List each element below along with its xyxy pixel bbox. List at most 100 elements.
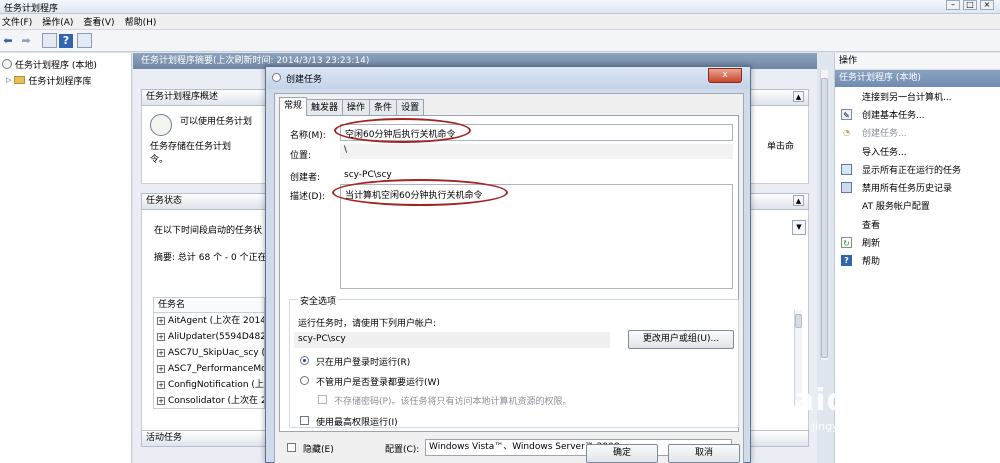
menu-help[interactable]: 帮助(H) xyxy=(125,15,157,28)
tab-triggers[interactable]: 触发器 xyxy=(306,99,344,116)
task-status-list: + AitAgent (上次在 2014/ + AliUpdater(5594D48… xyxy=(153,313,265,409)
action-show-running[interactable]: 显示所有正在运行的任务 xyxy=(835,160,1000,178)
tree-item-library[interactable]: ▷ 任务计划程序库 xyxy=(0,72,131,88)
highest-privileges-checkbox[interactable] xyxy=(300,416,309,425)
list-item[interactable]: + Consolidator (上次在 2 xyxy=(154,393,264,409)
radio-logged-on-label[interactable]: 只在用户登录时运行(R) xyxy=(316,355,410,368)
location-value: \ xyxy=(344,145,348,155)
hidden-checkbox[interactable] xyxy=(287,443,296,452)
action-label: 导入任务... xyxy=(862,147,907,158)
action-label: 禁用所有任务历史记录 xyxy=(862,184,953,195)
expand-plus-icon[interactable]: + xyxy=(157,380,165,389)
period-dropdown-arrow[interactable]: ▼ xyxy=(792,220,806,235)
maximize-button[interactable]: □ xyxy=(963,0,977,10)
highest-privileges-label[interactable]: 使用最高权限运行(I) xyxy=(316,415,398,428)
list-item[interactable]: + ASC7_PerformanceMo xyxy=(154,361,264,377)
cancel-button[interactable]: 取消 xyxy=(668,444,740,463)
task-row-label: ConfigNotification (上 xyxy=(168,380,264,390)
help-toolbar-icon[interactable]: ? xyxy=(59,33,73,48)
overview-text-3: 令。 xyxy=(150,155,169,165)
action-help[interactable]: ? 帮助 xyxy=(835,252,1000,270)
refresh-icon: ↻ xyxy=(841,237,852,249)
forward-arrow-icon[interactable]: ➡ xyxy=(18,33,34,49)
menu-file[interactable]: 文件(F) xyxy=(2,15,32,28)
task-row-label: ASC7_PerformanceMo xyxy=(168,364,264,374)
ok-button[interactable]: 确定 xyxy=(586,444,658,463)
scroll-thumb[interactable] xyxy=(795,314,802,328)
running-tasks-icon xyxy=(841,163,852,175)
highlight-ellipse xyxy=(334,118,471,143)
expand-arrow-icon[interactable]: ▷ xyxy=(6,76,11,84)
run-as-label: 运行任务时，请使用下列用户帐户: xyxy=(298,319,437,329)
overview-text-2: 任务存储在任务计划 xyxy=(150,142,232,152)
status-summary: 摘要: 总计 68 个 - 0 个正在 xyxy=(154,253,267,263)
action-label: 连接到另一台计算机... xyxy=(862,92,952,103)
task-row-label: AitAgent (上次在 2014/ xyxy=(168,316,264,326)
expand-plus-icon[interactable]: + xyxy=(157,348,165,357)
clock-icon xyxy=(272,73,281,82)
overview-text-right: 单击命 xyxy=(767,142,795,152)
list-item[interactable]: + ASC7U_SkipUac_scy (上 xyxy=(154,345,264,361)
description-label: 描述(D): xyxy=(290,192,325,202)
run-as-user-value: scy-PC\scy xyxy=(298,334,346,344)
radio-logged-on[interactable] xyxy=(300,356,309,365)
radio-always-run-label[interactable]: 不管用户是否登录都要运行(W) xyxy=(316,375,440,388)
hidden-label[interactable]: 隐藏(E) xyxy=(303,442,334,455)
create-task-dialog: 创建任务 x 常规 触发器 操作 条件 设置 名称(M): 空闲60分钟后执行关… xyxy=(265,66,751,463)
status-title: 任务状态 xyxy=(146,196,183,206)
list-item[interactable]: + AitAgent (上次在 2014/ xyxy=(154,313,264,329)
dialog-titlebar[interactable]: 创建任务 x xyxy=(266,67,750,89)
window-title: 任务计划程序 xyxy=(4,4,59,14)
tab-conditions[interactable]: 条件 xyxy=(369,99,398,116)
list-item[interactable]: + ConfigNotification (上 xyxy=(154,377,264,393)
back-arrow-icon[interactable]: ⬅ xyxy=(0,33,16,49)
expand-plus-icon[interactable]: + xyxy=(157,396,165,405)
action-at-config[interactable]: AT 服务帐户配置 xyxy=(835,197,1000,215)
scroll-thumb[interactable] xyxy=(821,78,828,358)
actions-title: 操作 xyxy=(835,53,1000,70)
baidu-watermark-url: jingyan.baidu.com xyxy=(812,420,914,433)
actions-subtitle[interactable]: 任务计划程序 (本地) xyxy=(835,70,1000,87)
clock-icon xyxy=(2,59,12,69)
action-pane-icon[interactable] xyxy=(77,33,92,48)
action-view[interactable]: 查看 xyxy=(835,215,1000,233)
minimize-button[interactable]: – xyxy=(946,0,960,10)
close-window-button[interactable]: × xyxy=(980,0,994,10)
action-disable-history[interactable]: 禁用所有任务历史记录 xyxy=(835,178,1000,196)
tree-item-root[interactable]: 任务计划程序 (本地) xyxy=(0,56,131,72)
expand-plus-icon[interactable]: + xyxy=(157,332,165,341)
author-value: scy-PC\scy xyxy=(344,170,392,180)
console-tree-icon[interactable] xyxy=(42,33,57,48)
expand-plus-icon[interactable]: + xyxy=(157,316,165,325)
action-refresh[interactable]: ↻ 刷新 xyxy=(835,233,1000,251)
menu-action[interactable]: 操作(A) xyxy=(42,15,73,28)
action-create-basic[interactable]: ✎ 创建基本任务... xyxy=(835,105,1000,123)
overview-text-1: 可以使用任务计划 xyxy=(180,117,253,127)
change-user-button[interactable]: 更改用户或组(U)... xyxy=(628,330,734,349)
dialog-close-button[interactable]: x xyxy=(708,68,742,83)
location-field: \ xyxy=(340,144,733,159)
collapse-arrow-icon[interactable]: ▲ xyxy=(793,195,804,206)
dialog-title: 创建任务 xyxy=(286,75,323,85)
action-create-task[interactable]: ◔ 创建任务... xyxy=(835,124,1000,142)
tab-settings[interactable]: 设置 xyxy=(396,99,425,116)
list-item[interactable]: + AliUpdater(5594D482- xyxy=(154,329,264,345)
tab-actions[interactable]: 操作 xyxy=(342,99,371,116)
tab-general[interactable]: 常规 xyxy=(279,97,308,116)
task-name-column-header[interactable]: 任务名 xyxy=(153,297,265,313)
center-scrollbar[interactable] xyxy=(820,70,828,360)
action-import[interactable]: 导入任务... xyxy=(835,142,1000,160)
action-connect[interactable]: 连接到另一台计算机... xyxy=(835,87,1000,105)
author-label: 创建者: xyxy=(290,173,321,183)
no-password-checkbox[interactable] xyxy=(318,395,327,404)
menu-view[interactable]: 查看(V) xyxy=(83,15,114,28)
radio-always-run[interactable] xyxy=(300,376,309,385)
task-row-label: AliUpdater(5594D482- xyxy=(168,332,264,342)
toolbar: ⬅ ➡ ? xyxy=(0,30,1000,52)
new-task-icon: ◔ xyxy=(843,128,850,138)
history-icon xyxy=(841,182,852,194)
security-options-group: 安全选项 运行任务时，请使用下列用户帐户: scy-PC\scy 更改用户或组(… xyxy=(289,294,739,428)
main-titlebar: 任务计划程序 – □ × xyxy=(0,0,1000,14)
collapse-arrow-icon[interactable]: ▲ xyxy=(793,91,804,102)
expand-plus-icon[interactable]: + xyxy=(157,364,165,373)
